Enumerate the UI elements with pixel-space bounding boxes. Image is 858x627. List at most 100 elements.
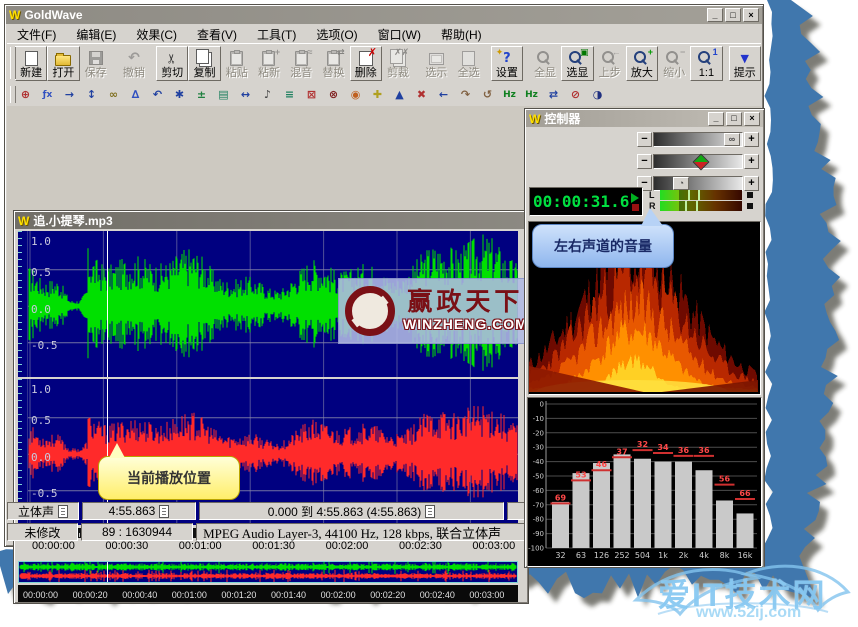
trim-silence-icon[interactable]: ← xyxy=(433,84,454,105)
loop-icon[interactable]: ↷ xyxy=(455,84,476,105)
svg-text:-60: -60 xyxy=(533,487,544,495)
hz-convert-icon[interactable]: Hz xyxy=(521,84,542,105)
zoom-out-icon: − xyxy=(659,47,689,67)
svg-text:56: 56 xyxy=(719,475,731,484)
pitch-icon[interactable]: ♪ xyxy=(257,84,278,105)
volume-slider[interactable]: − ∞ + xyxy=(637,131,759,148)
controller-minimize-button[interactable]: _ xyxy=(708,111,724,126)
剪切-button[interactable]: ✂ 剪切 xyxy=(156,45,189,81)
expand-icon[interactable]: ↕ xyxy=(81,84,102,105)
rewind-icon[interactable]: ↺ xyxy=(477,84,498,105)
resample-icon[interactable]: ⊗ xyxy=(323,84,344,105)
dynamics-icon[interactable]: ∆ xyxy=(125,84,146,105)
open-file-icon xyxy=(48,50,78,67)
volume-slider-track[interactable]: ∞ xyxy=(653,132,743,147)
stop-icon xyxy=(631,203,639,211)
sound-file-icon: W xyxy=(18,213,30,228)
svg-text:126: 126 xyxy=(594,551,609,560)
svg-text:4k: 4k xyxy=(699,551,709,560)
menu-item-5[interactable]: 选项(O) xyxy=(306,25,367,44)
sound-window-title-bar[interactable]: W 追.小提琴.mp3 xyxy=(15,212,527,229)
volume-slider-thumb[interactable]: ∞ xyxy=(724,133,740,146)
status-text: MPEG Audio Layer-3, 44100 Hz, 128 kbps, … xyxy=(203,525,502,541)
expression-evaluator-icon[interactable]: ƒx xyxy=(37,84,58,105)
goto-end-icon[interactable]: → xyxy=(59,84,80,105)
level-meters: L R xyxy=(649,187,753,214)
svg-text:-30: -30 xyxy=(533,444,544,452)
time-warp-icon[interactable]: ◉ xyxy=(345,84,366,105)
maximize-button[interactable]: □ xyxy=(725,8,741,22)
toolbar-button-label: 撤销 xyxy=(122,66,145,79)
balance-minus-button[interactable]: − xyxy=(637,154,652,169)
menu-item-6[interactable]: 窗口(W) xyxy=(368,25,431,44)
status-cell[interactable]: 0.000 到 4:55.863 (4:55.863) xyxy=(199,502,504,520)
volume-plus-button[interactable]: + xyxy=(744,132,759,147)
mute-icon[interactable]: ✖ xyxy=(411,84,432,105)
balance-slider-track[interactable] xyxy=(653,153,743,171)
status-menu-icon[interactable] xyxy=(425,504,436,518)
controller-close-button[interactable]: × xyxy=(744,111,760,126)
新建-button[interactable]: 新建 xyxy=(15,45,48,81)
device-controls-icon[interactable]: ⊕ xyxy=(15,84,36,105)
balance-plus-button[interactable]: + xyxy=(744,154,759,169)
status-cell[interactable]: 立体声 xyxy=(7,502,79,520)
controller-title-bar[interactable]: W 控制器 _ □ × xyxy=(526,110,763,127)
cycle-icon[interactable]: ⇄ xyxy=(543,84,564,105)
删除-button[interactable]: ✗ 删除 xyxy=(349,45,382,81)
filter-icon[interactable]: ✱ xyxy=(169,84,190,105)
playback-cursor[interactable] xyxy=(107,231,108,377)
status-cell[interactable]: 4:55.863 xyxy=(82,502,196,520)
time-display: 00:00:31.6 xyxy=(529,187,643,216)
close-button[interactable]: × xyxy=(743,8,759,22)
toolbar-button-label: 选示 xyxy=(425,66,448,79)
speaker-off-icon[interactable]: ⊘ xyxy=(565,84,586,105)
放大-button[interactable]: + 放大 xyxy=(625,45,659,81)
toolbar-button-label: 全选 xyxy=(457,66,480,79)
trim-icon: ✗✗ xyxy=(383,47,413,67)
status-menu-icon[interactable] xyxy=(159,504,170,518)
status-menu-icon[interactable] xyxy=(58,504,68,518)
minimize-button[interactable]: _ xyxy=(707,8,723,22)
doppler-icon[interactable]: ∞ xyxy=(103,84,124,105)
overview-playback-cursor[interactable] xyxy=(107,562,108,582)
timer-icon[interactable]: ◑ xyxy=(587,84,608,105)
controller-maximize-button[interactable]: □ xyxy=(726,111,742,126)
menu-item-1[interactable]: 编辑(E) xyxy=(66,25,126,44)
mechanize-icon[interactable]: ▤ xyxy=(213,84,234,105)
volume-minus-button[interactable]: − xyxy=(637,132,652,147)
menu-item-2[interactable]: 效果(C) xyxy=(126,25,187,44)
spectrum-bar-chart: 0 -10 -20 -30 -40 -50 -60 -70 -80 -90 -100 69 32 53 63… xyxy=(527,397,762,567)
offset-icon[interactable]: ↔ xyxy=(235,84,256,105)
toolbar-grip[interactable] xyxy=(10,86,16,103)
balance-slider-thumb[interactable] xyxy=(692,153,710,171)
选显-button[interactable]: ▣ 选显 xyxy=(561,45,594,81)
menu-item-0[interactable]: 文件(F) xyxy=(7,25,66,44)
volume-shape-icon[interactable]: ✚ xyxy=(367,84,388,105)
1:1-button[interactable]: 1 1:1 xyxy=(690,45,723,81)
hz-up-icon[interactable]: Hz xyxy=(499,84,520,105)
time-label: 00:00:00 xyxy=(32,540,75,552)
overview-strip[interactable] xyxy=(18,561,518,583)
amplitude-label: 0.0 xyxy=(31,450,51,464)
echo-icon[interactable]: ↶ xyxy=(147,84,168,105)
flanger-icon[interactable]: ± xyxy=(191,84,212,105)
复制-button[interactable]: 复制 xyxy=(188,45,221,81)
打开-button[interactable]: 打开 xyxy=(47,45,80,81)
toolbar-button-label: 打开 xyxy=(52,66,75,79)
status-text: 4:55.863 xyxy=(108,504,156,518)
watermark-domain: WINZHENG.COM xyxy=(403,316,528,332)
svg-text:32: 32 xyxy=(637,440,648,449)
position-tooltip-text: 当前播放位置 xyxy=(127,470,211,486)
menu-item-3[interactable]: 查看(V) xyxy=(187,25,247,44)
fade-icon[interactable]: ▲ xyxy=(389,84,410,105)
playback-position-tooltip: 当前播放位置 xyxy=(98,443,240,500)
设置-button[interactable]: ? ✦ 设置 xyxy=(490,45,523,81)
reverb-icon[interactable]: ≡ xyxy=(279,84,300,105)
overview-time-label: 00:00:20 xyxy=(72,590,108,600)
app-title-bar[interactable]: W GoldWave _ □ × xyxy=(6,6,762,24)
invert-icon[interactable]: ⊠ xyxy=(301,84,322,105)
menu-item-4[interactable]: 工具(T) xyxy=(247,25,306,44)
menu-item-7[interactable]: 帮助(H) xyxy=(431,25,492,44)
balance-slider[interactable]: − + xyxy=(637,153,759,171)
提示-button[interactable]: ▼ 提示 xyxy=(728,45,761,81)
